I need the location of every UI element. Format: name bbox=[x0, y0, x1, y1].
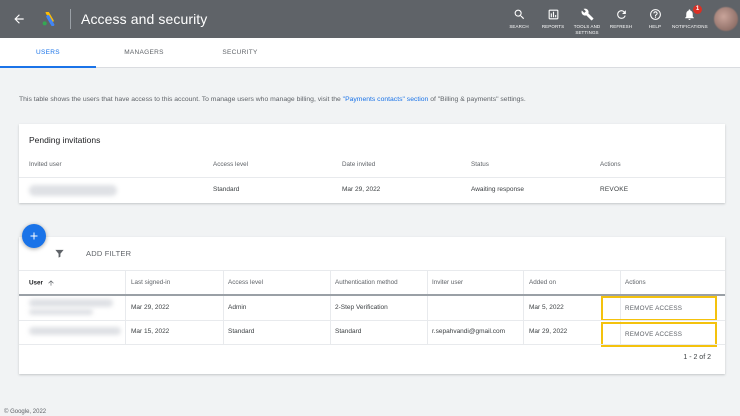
col-actions: Actions bbox=[625, 279, 646, 286]
added-on: Mar 5, 2022 bbox=[529, 304, 564, 311]
col-divider bbox=[427, 270, 428, 345]
row-divider bbox=[19, 320, 725, 321]
redacted-user-name bbox=[29, 327, 121, 335]
authentication-method: Standard bbox=[335, 328, 362, 335]
tab-managers[interactable]: MANAGERS bbox=[96, 38, 192, 67]
col-inviter-user: Inviter user bbox=[432, 279, 464, 286]
avatar[interactable] bbox=[714, 7, 738, 31]
google-ads-logo-icon bbox=[42, 12, 55, 26]
col-access-level: Access level bbox=[213, 161, 248, 168]
search-button[interactable]: SEARCH bbox=[502, 0, 536, 30]
access-level: Standard bbox=[228, 328, 255, 335]
help-icon bbox=[649, 9, 661, 20]
header-divider bbox=[70, 9, 71, 29]
arrow-up-icon bbox=[48, 280, 54, 286]
notifications-button[interactable]: 1 NOTIFICATIONS bbox=[672, 0, 708, 30]
page-title: Access and security bbox=[81, 11, 208, 27]
pending-invitations-card: Pending invitations Invited user Access … bbox=[19, 124, 725, 203]
notification-badge: 1 bbox=[693, 5, 702, 14]
remove-access-button[interactable]: REMOVE ACCESS bbox=[601, 296, 717, 321]
arrow-back-icon bbox=[14, 14, 24, 24]
refresh-button[interactable]: REFRESH bbox=[604, 0, 638, 30]
back-button[interactable] bbox=[0, 0, 38, 38]
search-icon bbox=[514, 9, 524, 20]
revoke-button[interactable]: REVOKE bbox=[600, 186, 628, 193]
col-date-invited: Date invited bbox=[342, 161, 376, 168]
payments-contacts-link[interactable]: "Payments contacts" section bbox=[343, 96, 429, 103]
row-divider bbox=[19, 344, 725, 345]
last-signed-in: Mar 15, 2022 bbox=[131, 328, 170, 335]
col-invited-user: Invited user bbox=[29, 161, 62, 168]
notifications-label: NOTIFICATIONS bbox=[672, 24, 708, 29]
reports-button[interactable]: REPORTS bbox=[536, 0, 570, 30]
info-text-before: This table shows the users that have acc… bbox=[19, 96, 343, 103]
col-user-sortable[interactable]: User bbox=[29, 279, 55, 287]
info-text: This table shows the users that have acc… bbox=[19, 96, 526, 103]
copyright-footer: © Google, 2022 bbox=[4, 409, 47, 415]
filter-icon[interactable] bbox=[54, 248, 65, 259]
col-user-label: User bbox=[29, 279, 44, 287]
refresh-label: REFRESH bbox=[609, 24, 633, 29]
help-label: HELP bbox=[648, 24, 662, 29]
tools-label: TOOLS AND SETTINGS bbox=[573, 24, 601, 35]
wrench-icon bbox=[581, 8, 593, 21]
search-label: SEARCH bbox=[509, 24, 529, 29]
pagination-text: 1 - 2 of 2 bbox=[683, 354, 711, 361]
col-last-signed-in: Last signed-in bbox=[131, 279, 171, 286]
pending-date-invited: Mar 29, 2022 bbox=[342, 186, 381, 193]
access-level: Admin bbox=[228, 304, 247, 311]
col-actions: Actions bbox=[600, 161, 621, 168]
plus-icon bbox=[30, 232, 38, 240]
reports-label: REPORTS bbox=[541, 24, 565, 29]
redacted-user-email bbox=[29, 309, 93, 315]
col-status: Status bbox=[471, 161, 489, 168]
col-divider bbox=[125, 270, 126, 345]
col-authentication-method: Authentication method bbox=[335, 279, 398, 286]
info-text-after: of "Billing & payments" settings. bbox=[428, 96, 526, 103]
google-ads-logo[interactable] bbox=[38, 0, 62, 38]
redacted-invited-email bbox=[29, 185, 117, 196]
pending-invitations-title: Pending invitations bbox=[29, 135, 101, 145]
col-divider bbox=[330, 270, 331, 345]
help-button[interactable]: HELP bbox=[638, 0, 672, 30]
users-table-card: ADD FILTER User Last signed-in Access le… bbox=[19, 237, 725, 374]
pending-status: Awaiting response bbox=[471, 186, 524, 193]
top-bar: Access and security SEARCH REPORTS TOOLS… bbox=[0, 0, 740, 38]
col-added-on: Added on bbox=[529, 279, 556, 286]
reports-icon bbox=[548, 9, 558, 20]
add-user-button[interactable] bbox=[22, 224, 46, 248]
add-filter-button[interactable]: ADD FILTER bbox=[86, 249, 131, 258]
authentication-method: 2-Step Verification bbox=[335, 304, 388, 311]
header-toolbar: SEARCH REPORTS TOOLS AND SETTINGS REFRES… bbox=[502, 0, 740, 38]
redacted-user-name bbox=[29, 299, 113, 307]
added-on: Mar 29, 2022 bbox=[529, 328, 568, 335]
inviter-user: r.sepahvandi@gmail.com bbox=[432, 328, 506, 335]
col-access-level: Access level bbox=[228, 279, 263, 286]
refresh-icon bbox=[616, 10, 626, 19]
tools-and-settings-button[interactable]: TOOLS AND SETTINGS bbox=[570, 0, 604, 35]
tab-security[interactable]: SECURITY bbox=[192, 38, 288, 67]
col-divider bbox=[523, 270, 524, 345]
tab-bar: USERS MANAGERS SECURITY bbox=[0, 38, 740, 68]
col-divider bbox=[223, 270, 224, 345]
pending-access-level: Standard bbox=[213, 186, 240, 193]
header-divider bbox=[19, 177, 725, 178]
tab-users[interactable]: USERS bbox=[0, 38, 96, 68]
last-signed-in: Mar 29, 2022 bbox=[131, 304, 170, 311]
